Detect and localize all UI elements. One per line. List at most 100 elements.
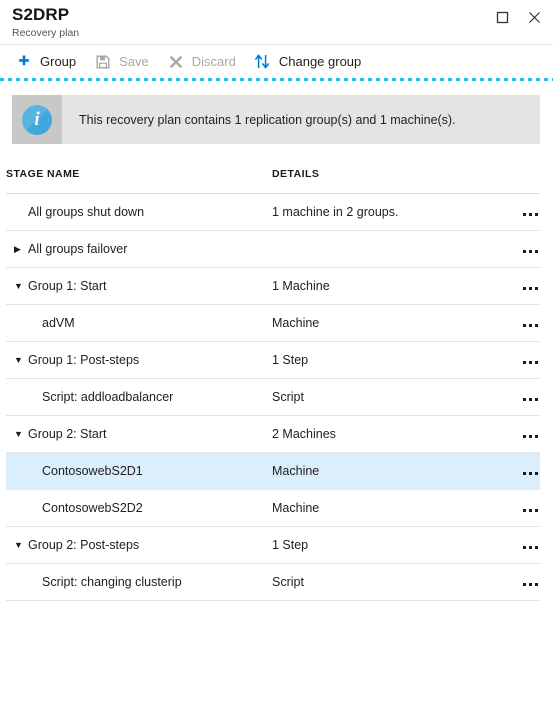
- ellipsis-icon[interactable]: [521, 394, 540, 405]
- cell-stage-name: ▼ Group 2: Start: [6, 415, 272, 453]
- info-icon-glyph: i: [34, 108, 40, 130]
- cell-actions: [494, 415, 540, 453]
- ellipsis-icon[interactable]: [521, 468, 540, 479]
- cell-stage-name: Script: addloadbalancer: [6, 378, 272, 416]
- table-row[interactable]: ▼ Group 2: Start 2 Machines: [6, 415, 540, 453]
- page-title: S2DRP: [12, 5, 70, 24]
- plus-icon: [15, 53, 33, 71]
- title-bar: S2DRP Recovery plan: [0, 0, 553, 44]
- ellipsis-icon[interactable]: [521, 246, 540, 257]
- stage-name-label: adVM: [42, 316, 75, 330]
- cell-stage-name: adVM: [6, 304, 272, 342]
- table-row[interactable]: ▼ Group 1: Post-steps 1 Step: [6, 341, 540, 379]
- stages-table-wrapper: STAGE NAME DETAILS All groups shut down 1…: [0, 144, 553, 601]
- page-subtitle: Recovery plan: [12, 27, 80, 39]
- cell-details: Machine: [272, 452, 494, 490]
- expand-triangle-icon[interactable]: ▶: [14, 244, 28, 254]
- table-row[interactable]: ▼ Group 2: Post-steps 1 Step: [6, 526, 540, 564]
- change-group-button[interactable]: Change group: [245, 47, 370, 77]
- cell-actions: [494, 489, 540, 527]
- table-row[interactable]: ▼ Group 1: Start 1 Machine: [6, 267, 540, 305]
- stage-name-label: ContosowebS2D1: [42, 464, 143, 478]
- ellipsis-icon[interactable]: [521, 505, 540, 516]
- discard-icon: [167, 53, 185, 71]
- cell-stage-name: ContosowebS2D2: [6, 489, 272, 527]
- cell-details: Machine: [272, 489, 494, 527]
- cell-details: Script: [272, 563, 494, 601]
- save-button[interactable]: Save: [85, 47, 158, 77]
- info-banner-icon-cell: i: [12, 95, 62, 144]
- discard-button[interactable]: Discard: [158, 47, 245, 77]
- stage-name-label: Group 1: Post-steps: [28, 353, 140, 367]
- cell-actions: [494, 378, 540, 416]
- stage-name-label: Group 2: Post-steps: [28, 538, 140, 552]
- add-group-button[interactable]: Group: [6, 47, 85, 77]
- stages-table-body: All groups shut down 1 machine in 2 group…: [6, 193, 540, 601]
- ellipsis-icon[interactable]: [521, 357, 540, 368]
- table-row[interactable]: adVM Machine: [6, 304, 540, 342]
- collapse-triangle-icon[interactable]: ▼: [14, 355, 28, 365]
- maximize-icon: [496, 11, 509, 24]
- stage-name-label: All groups failover: [28, 242, 128, 256]
- cell-details: 1 Step: [272, 341, 494, 379]
- ellipsis-icon[interactable]: [521, 209, 540, 220]
- column-header-actions: [494, 168, 540, 194]
- stage-name-label: Script: changing clusterip: [42, 575, 182, 589]
- table-header-row: STAGE NAME DETAILS: [6, 168, 540, 194]
- cell-actions: [494, 341, 540, 379]
- ellipsis-icon[interactable]: [521, 320, 540, 331]
- window-controls: [489, 6, 547, 28]
- cell-stage-name: All groups shut down: [6, 193, 272, 231]
- info-banner-message: This recovery plan contains 1 replicatio…: [79, 112, 456, 127]
- table-row[interactable]: ContosowebS2D1 Machine: [6, 452, 540, 490]
- collapse-triangle-icon[interactable]: ▼: [14, 429, 28, 439]
- cell-stage-name: ▼ Group 1: Post-steps: [6, 341, 272, 379]
- cell-actions: [494, 452, 540, 490]
- cell-stage-name: ▶ All groups failover: [6, 230, 272, 268]
- close-button[interactable]: [521, 6, 547, 28]
- stages-table-head: STAGE NAME DETAILS: [6, 168, 540, 194]
- ellipsis-icon[interactable]: [521, 542, 540, 553]
- change-group-icon: [254, 53, 272, 71]
- table-row[interactable]: All groups shut down 1 machine in 2 group…: [6, 193, 540, 231]
- cell-details: Script: [272, 378, 494, 416]
- table-row[interactable]: Script: changing clusterip Script: [6, 563, 540, 601]
- ellipsis-icon[interactable]: [521, 579, 540, 590]
- save-icon: [94, 53, 112, 71]
- cell-actions: [494, 526, 540, 564]
- cell-actions: [494, 193, 540, 231]
- table-row[interactable]: ▶ All groups failover: [6, 230, 540, 268]
- cell-details: 1 Machine: [272, 267, 494, 305]
- cell-actions: [494, 267, 540, 305]
- maximize-button[interactable]: [489, 6, 515, 28]
- cell-stage-name: Script: changing clusterip: [6, 563, 272, 601]
- collapse-triangle-icon[interactable]: ▼: [14, 540, 28, 550]
- cell-details: [272, 230, 494, 268]
- table-row[interactable]: ContosowebS2D2 Machine: [6, 489, 540, 527]
- cell-actions: [494, 304, 540, 342]
- cell-details: 1 machine in 2 groups.: [272, 193, 494, 231]
- stage-name-label: Group 2: Start: [28, 427, 107, 441]
- cell-details: 2 Machines: [272, 415, 494, 453]
- command-bar: Group Save Discard Change group: [0, 44, 553, 78]
- info-banner: i This recovery plan contains 1 replicat…: [12, 95, 540, 144]
- collapse-triangle-icon[interactable]: ▼: [14, 281, 28, 291]
- stage-name-label: Group 1: Start: [28, 279, 107, 293]
- stage-name-label: ContosowebS2D2: [42, 501, 143, 515]
- add-group-label: Group: [40, 54, 77, 69]
- cell-stage-name: ContosowebS2D1: [6, 452, 272, 490]
- discard-label: Discard: [191, 54, 236, 69]
- cell-details: 1 Step: [272, 526, 494, 564]
- column-header-stage-name: STAGE NAME: [6, 168, 272, 194]
- ellipsis-icon[interactable]: [521, 283, 540, 294]
- info-banner-wrapper: i This recovery plan contains 1 replicat…: [0, 81, 553, 144]
- cell-actions: [494, 230, 540, 268]
- table-row[interactable]: Script: addloadbalancer Script: [6, 378, 540, 416]
- column-header-details: DETAILS: [272, 168, 494, 194]
- cell-stage-name: ▼ Group 2: Post-steps: [6, 526, 272, 564]
- ellipsis-icon[interactable]: [521, 431, 540, 442]
- info-icon: i: [22, 104, 52, 135]
- stage-name-label: All groups shut down: [28, 205, 145, 219]
- cell-stage-name: ▼ Group 1: Start: [6, 267, 272, 305]
- stages-table: STAGE NAME DETAILS All groups shut down 1…: [6, 168, 540, 601]
